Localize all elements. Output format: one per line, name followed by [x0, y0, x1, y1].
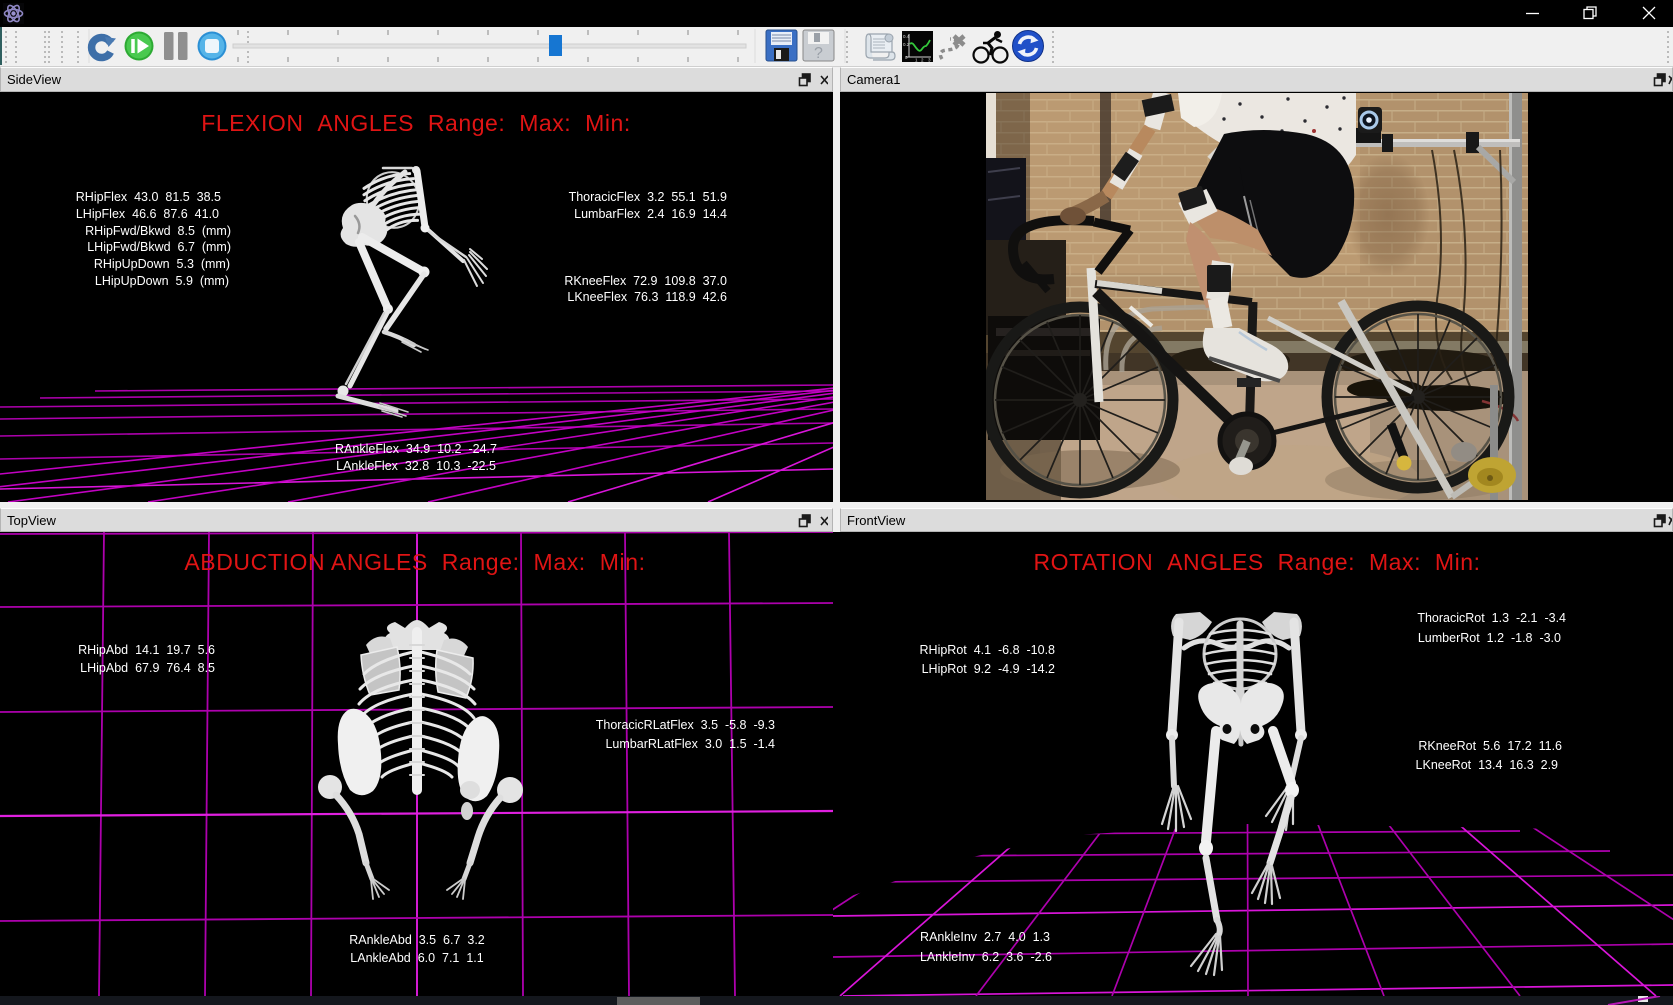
svg-text:LAnkleFlex 32.8 10.3 -22.5: LAnkleFlex 32.8 10.3 -22.5: [336, 459, 496, 473]
svg-text:LAnkleInv 6.2 3.6 -2.6: LAnkleInv 6.2 3.6 -2.6: [920, 950, 1052, 964]
svg-text:0.2: 0.2: [903, 42, 910, 47]
svg-text:ABDUCTION ANGLES Range: Max:: ABDUCTION ANGLES Range: Max: Min:: [184, 549, 645, 575]
svg-text:RAnkleFlex 34.9 10.2 -24.7: RAnkleFlex 34.9 10.2 -24.7: [335, 442, 497, 456]
svg-text:RKneeFlex 72.9 109.8 37.0: RKneeFlex 72.9 109.8 37.0: [564, 274, 727, 288]
svg-text:LKneeRot 13.4 16.3 2.9: LKneeRot 13.4 16.3 2.9: [1416, 758, 1559, 772]
svg-text:LKneeFlex 76.3 118.9 42.6: LKneeFlex 76.3 118.9 42.6: [567, 290, 727, 304]
svg-text:RHipFwd/Bkwd 8.5 (mm): RHipFwd/Bkwd 8.5 (mm): [85, 224, 231, 238]
svg-text:?: ?: [814, 45, 823, 62]
svg-text:ThoracicRot 1.3 -2.1 -3.4: ThoracicRot 1.3 -2.1 -3.4: [1417, 611, 1566, 625]
svg-text:LHipFwd/Bkwd 6.7 (mm): LHipFwd/Bkwd 6.7 (mm): [87, 240, 231, 254]
svg-text:LumbarRLatFlex 3.0 1.5 -1.4: LumbarRLatFlex 3.0 1.5 -1.4: [605, 737, 775, 751]
svg-text:LHipRot 9.2 -4.9 -14.2: LHipRot 9.2 -4.9 -14.2: [922, 662, 1055, 676]
svg-text:RHipFlex 43.0 81.5 38.5: RHipFlex 43.0 81.5 38.5: [76, 190, 221, 204]
svg-text:RKneeRot 5.6 17.2 11.6: RKneeRot 5.6 17.2 11.6: [1418, 739, 1562, 753]
svg-text:RHipRot 4.1 -6.8 -10.8: RHipRot 4.1 -6.8 -10.8: [920, 643, 1056, 657]
svg-text:ROTATION ANGLES Range: Max:: ROTATION ANGLES Range: Max: Min:: [1033, 549, 1480, 575]
svg-text:RAnkleInv 2.7 4.0 1.3: RAnkleInv 2.7 4.0 1.3: [920, 930, 1050, 944]
svg-text:0.4: 0.4: [903, 34, 910, 39]
svg-text:LHipUpDown 5.9 (mm): LHipUpDown 5.9 (mm): [95, 274, 229, 288]
svg-text:ThoracicRLatFlex 3.5 -5.8 -: ThoracicRLatFlex 3.5 -5.8 -9.3: [596, 718, 775, 732]
svg-text:FLEXION ANGLES Range: Max:: FLEXION ANGLES Range: Max: Min:: [201, 110, 631, 136]
svg-text:LumbarFlex 2.4 16.9 14.4: LumbarFlex 2.4 16.9 14.4: [574, 207, 727, 221]
svg-text:LumberRot 1.2 -1.8 -3.0: LumberRot 1.2 -1.8 -3.0: [1418, 631, 1561, 645]
svg-text:ThoracicFlex 3.2 55.1 51.9: ThoracicFlex 3.2 55.1 51.9: [569, 190, 727, 204]
svg-text:LHipAbd 67.9 76.4 8.5: LHipAbd 67.9 76.4 8.5: [80, 661, 215, 675]
svg-text:RAnkleAbd 3.5 6.7 3.2: RAnkleAbd 3.5 6.7 3.2: [349, 933, 485, 947]
svg-text:RHipUpDown 5.3 (mm): RHipUpDown 5.3 (mm): [94, 257, 230, 271]
svg-text:RHipAbd 14.1 19.7 5.6: RHipAbd 14.1 19.7 5.6: [78, 643, 215, 657]
svg-text:LHipFlex 46.6 87.6 41.0: LHipFlex 46.6 87.6 41.0: [76, 207, 219, 221]
svg-text:LAnkleAbd 6.0 7.1 1.1: LAnkleAbd 6.0 7.1 1.1: [350, 951, 483, 965]
